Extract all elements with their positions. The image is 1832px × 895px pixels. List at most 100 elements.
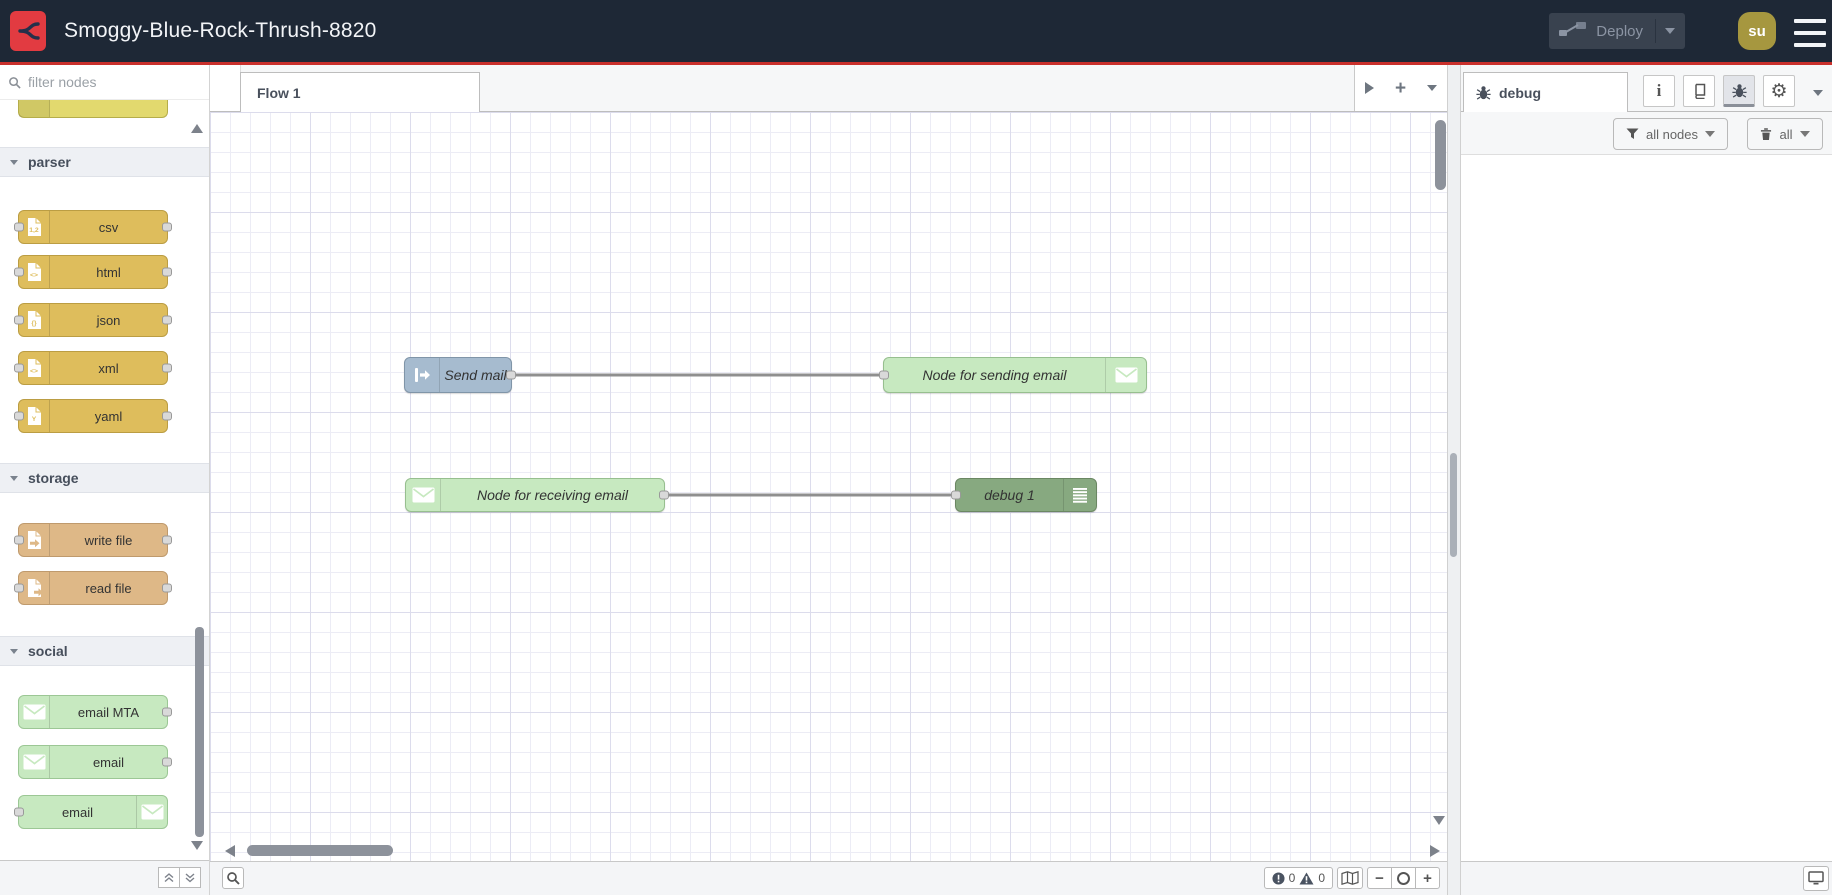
palette-scrollbar-thumb[interactable] <box>195 627 204 837</box>
double-chevron-up-icon <box>164 872 174 882</box>
palette-category-social[interactable]: social <box>0 636 209 666</box>
output-port[interactable] <box>162 363 172 373</box>
input-port[interactable] <box>14 363 24 373</box>
output-port[interactable] <box>162 535 172 545</box>
palette-node-csv[interactable]: 1,2 csv <box>14 210 172 244</box>
palette-node-html[interactable]: <> html <box>14 255 172 289</box>
debug-lines-icon <box>1063 479 1096 511</box>
canvas-scroll-left-icon[interactable] <box>225 845 235 857</box>
input-port[interactable] <box>14 315 24 325</box>
debug-clear-button[interactable]: all <box>1747 118 1823 150</box>
palette-scroll-up-icon[interactable] <box>191 118 203 133</box>
zoom-in-button[interactable]: + <box>1416 867 1439 889</box>
palette-filter-placeholder: filter nodes <box>28 74 97 90</box>
canvas-scroll-down-icon[interactable] <box>1433 816 1445 831</box>
deploy-button[interactable]: Deploy <box>1549 13 1685 49</box>
input-port[interactable] <box>14 583 24 593</box>
envelope-icon <box>19 696 50 728</box>
palette-scroll-down-icon[interactable] <box>191 841 203 856</box>
tab-flow-1[interactable]: Flow 1 <box>240 72 480 112</box>
tab-debug[interactable]: debug <box>1463 72 1628 112</box>
flow-node-label: Node for receiving email <box>477 487 628 503</box>
zoom-out-button[interactable]: − <box>1368 867 1392 889</box>
palette-node-read-file[interactable]: read file <box>14 571 172 605</box>
output-port[interactable] <box>162 267 172 277</box>
palette-node-write-file[interactable]: write file <box>14 523 172 557</box>
add-flow-icon[interactable]: + <box>1395 79 1406 98</box>
deploy-options-caret[interactable] <box>1665 28 1675 39</box>
palette-node-email[interactable]: email <box>18 745 172 779</box>
palette-node-label: email <box>61 804 94 820</box>
separator-drag-handle[interactable] <box>1450 453 1457 557</box>
tab-scroll-left-zone <box>210 65 241 111</box>
envelope-icon <box>19 746 50 778</box>
palette-node-email-MTA[interactable]: email MTA <box>18 695 172 729</box>
next-tab-icon[interactable] <box>1365 82 1375 94</box>
input-port[interactable] <box>14 267 24 277</box>
palette-node-label: write file <box>84 532 133 548</box>
palette-category-parser[interactable]: parser <box>0 147 209 177</box>
sidebar-header: debug i ⚙ <box>1461 65 1832 112</box>
input-port[interactable] <box>879 370 889 380</box>
input-port[interactable] <box>951 490 961 500</box>
output-port[interactable] <box>162 411 172 421</box>
collapse-categories-button[interactable] <box>158 867 180 888</box>
expand-categories-button[interactable] <box>179 867 201 888</box>
navigator-button[interactable] <box>1337 867 1363 889</box>
flow-list-caret-icon[interactable] <box>1426 85 1437 96</box>
palette-category-storage[interactable]: storage <box>0 463 209 493</box>
palette-node-json[interactable]: {} json <box>14 303 172 337</box>
main-menu-icon[interactable] <box>1794 17 1826 49</box>
svg-text:1,2: 1,2 <box>29 227 39 234</box>
debug-sidebar: debug i ⚙ all nodes all <box>1461 65 1832 895</box>
sidebar-collapse-caret-icon[interactable] <box>1813 90 1823 101</box>
canvas-scroll-right-icon[interactable] <box>1430 845 1440 857</box>
output-port[interactable] <box>162 315 172 325</box>
bug-icon <box>1476 86 1491 100</box>
palette-node-partial[interactable] <box>18 100 168 118</box>
input-port[interactable] <box>14 411 24 421</box>
deploy-icon <box>1559 20 1587 42</box>
app-logo-icon <box>10 11 46 51</box>
output-port[interactable] <box>162 222 172 232</box>
palette-node-label: xml <box>98 360 119 376</box>
palette-node-email[interactable]: email <box>14 795 168 829</box>
sidebar-separator[interactable] <box>1447 65 1461 895</box>
palette-search[interactable]: filter nodes <box>0 65 209 100</box>
debug-filter-button[interactable]: all nodes <box>1613 118 1728 150</box>
palette-node-label: json <box>96 312 121 328</box>
input-port[interactable] <box>14 222 24 232</box>
palette-node-yaml[interactable]: Yyaml <box>14 399 172 433</box>
flow-node-Node-for-receiving-email[interactable]: Node for receiving email <box>405 478 669 512</box>
user-avatar[interactable]: su <box>1738 12 1776 50</box>
open-debug-window-button[interactable] <box>1803 866 1829 891</box>
workspace-grid[interactable]: Send mail Node for sending email Node for … <box>210 112 1447 861</box>
app-title: Smoggy-Blue-Rock-Thrush-8820 <box>64 19 377 42</box>
flow-tab-bar: Flow 1 + <box>210 65 1447 112</box>
palette-footer <box>0 860 209 895</box>
output-port[interactable] <box>162 583 172 593</box>
flow-node-Send-mail[interactable]: Send mail <box>377 356 516 394</box>
help-tab-button[interactable] <box>1683 75 1715 107</box>
output-port[interactable] <box>659 490 669 500</box>
palette-node-xml[interactable]: <> xml <box>14 351 172 385</box>
canvas-search-button[interactable] <box>222 867 244 889</box>
output-port[interactable] <box>506 370 516 380</box>
flow-node-debug-1[interactable]: debug 1 <box>951 477 1127 515</box>
vertical-scrollbar-thumb[interactable] <box>1435 120 1446 190</box>
warning-triangle-icon <box>1299 872 1314 884</box>
output-port[interactable] <box>162 757 172 767</box>
zoom-reset-button[interactable] <box>1392 867 1416 889</box>
info-tab-button[interactable]: i <box>1643 75 1675 107</box>
input-port[interactable] <box>14 535 24 545</box>
input-port[interactable] <box>14 807 24 817</box>
config-tab-button[interactable]: ⚙ <box>1763 75 1795 107</box>
debug-tab-button[interactable] <box>1723 75 1755 107</box>
palette-node-label: email <box>92 754 125 770</box>
chevron-down-icon <box>10 648 18 658</box>
flow-node-Node-for-sending-email[interactable]: Node for sending email <box>879 357 1147 393</box>
tab-controls: + <box>1354 65 1447 111</box>
svg-text:{}: {} <box>31 320 37 327</box>
horizontal-scrollbar-thumb[interactable] <box>247 845 393 856</box>
output-port[interactable] <box>162 707 172 717</box>
